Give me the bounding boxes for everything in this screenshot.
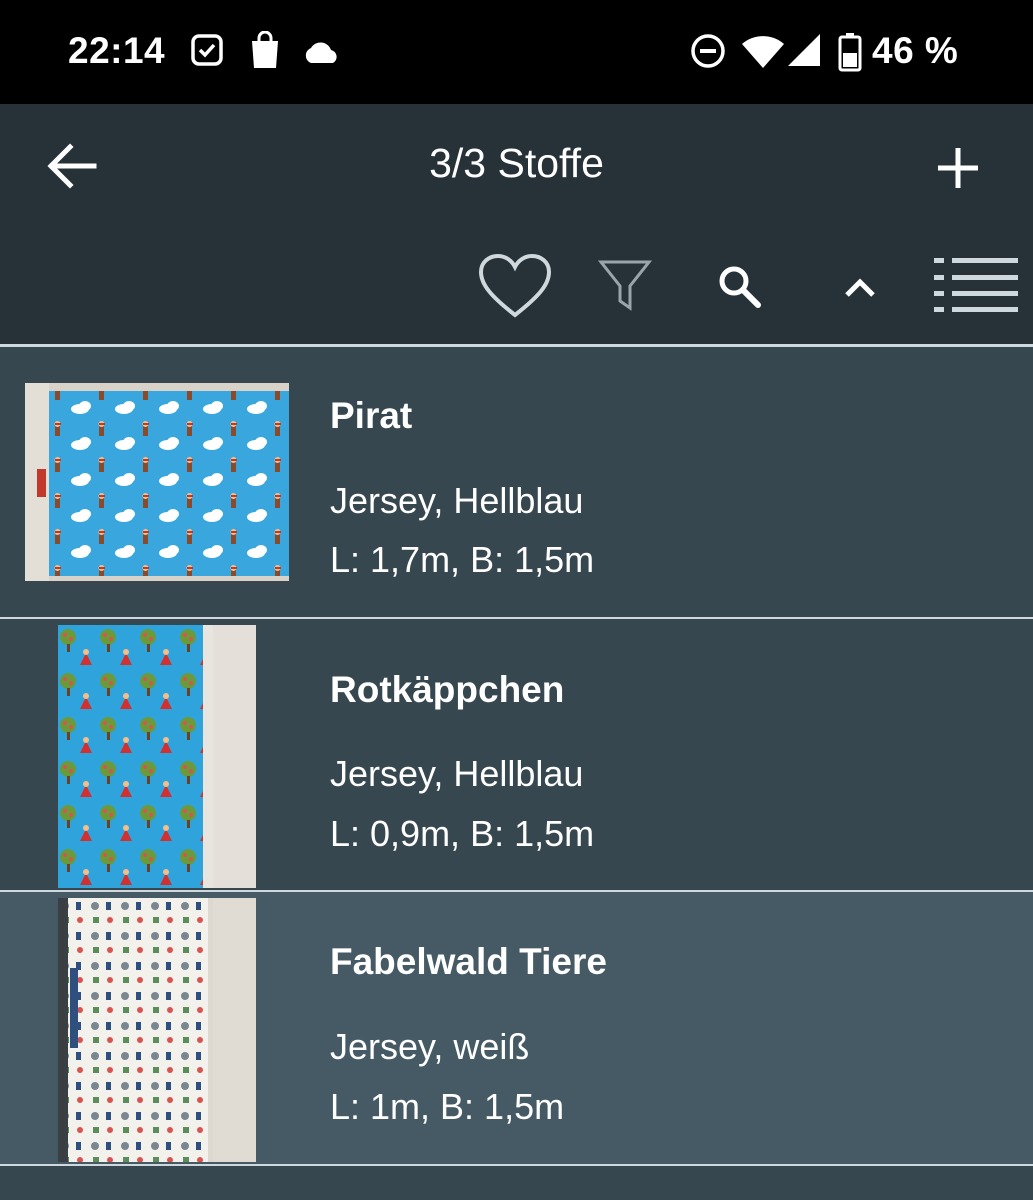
fabric-list-screen: 22:14 46 % 3/3 Stoffe Pirat Jersey, Hell… [0, 0, 1033, 1200]
shopping-bag-icon [252, 31, 278, 68]
list-item[interactable]: Fabelwald Tiere Jersey, weiß L: 1m, B: 1… [0, 892, 1033, 1164]
item-title: Fabelwald Tiere [330, 941, 607, 982]
fabric-photo-rotkaeppchen [58, 625, 256, 888]
list-empty-area [0, 1166, 1033, 1200]
list-item[interactable]: Pirat Jersey, Hellblau L: 1,7m, B: 1,5m [0, 347, 1033, 617]
page-title: 3/3 Stoffe [429, 140, 604, 186]
plus-icon[interactable] [932, 142, 984, 194]
item-dimensions: L: 0,9m, B: 1,5m [330, 813, 595, 854]
battery-icon [838, 33, 862, 72]
list-item[interactable]: Rotkäppchen Jersey, Hellblau L: 0,9m, B:… [0, 619, 1033, 890]
search-icon[interactable] [716, 264, 764, 310]
list-view-icon[interactable] [934, 258, 1018, 314]
item-subtitle: Jersey, weiß [330, 1026, 530, 1067]
heart-icon[interactable] [478, 253, 552, 319]
battery-percentage: 46 % [872, 30, 959, 71]
cloud-icon [305, 42, 337, 63]
item-dimensions: L: 1,7m, B: 1,5m [330, 539, 595, 580]
checkbox-notification-icon [191, 34, 223, 66]
do-not-disturb-icon [691, 34, 725, 68]
fabric-photo-fabelwald-tiere [58, 898, 256, 1162]
filter-icon[interactable] [598, 258, 652, 312]
signal-icon [788, 34, 820, 66]
status-time: 22:14 [68, 30, 166, 71]
item-subtitle: Jersey, Hellblau [330, 480, 584, 521]
fabric-photo-pirat [25, 383, 289, 581]
item-title: Pirat [330, 395, 413, 436]
wifi-icon [742, 36, 784, 68]
item-dimensions: L: 1m, B: 1,5m [330, 1086, 565, 1127]
item-title: Rotkäppchen [330, 669, 565, 710]
status-bar: 22:14 46 % [0, 0, 1033, 104]
item-subtitle: Jersey, Hellblau [330, 753, 584, 794]
chevron-up-icon[interactable] [842, 276, 878, 300]
